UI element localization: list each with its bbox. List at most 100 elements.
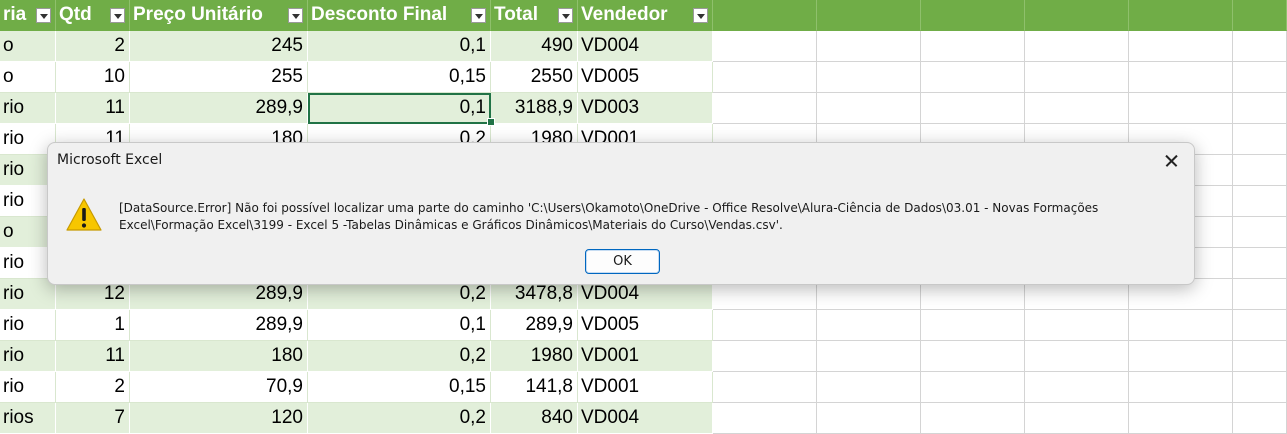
table-cell[interactable]: rio [0,93,56,124]
empty-cell[interactable] [1233,372,1287,403]
filter-dropdown-icon[interactable] [288,8,303,23]
empty-cell[interactable] [713,372,817,403]
table-cell[interactable]: rio [0,279,56,310]
table-cell[interactable]: 10 [56,62,130,93]
empty-cell[interactable] [1025,93,1129,124]
empty-cell[interactable] [1129,62,1233,93]
empty-cell[interactable] [713,341,817,372]
table-cell[interactable]: 0,1 [308,93,491,124]
table-cell[interactable]: 0,1 [308,31,491,62]
table-cell[interactable]: VD004 [578,403,713,434]
empty-cell[interactable] [921,310,1025,341]
table-cell[interactable]: 840 [491,403,578,434]
empty-cell[interactable] [921,93,1025,124]
empty-cell[interactable] [713,0,817,31]
empty-cell[interactable] [1233,62,1287,93]
empty-cell[interactable] [817,31,921,62]
column-header[interactable]: Vendedor [578,0,713,31]
table-cell[interactable]: VD005 [578,62,713,93]
table-cell[interactable]: VD005 [578,310,713,341]
column-header[interactable]: ria [0,0,56,31]
table-cell[interactable]: o [0,62,56,93]
empty-cell[interactable] [1233,403,1287,434]
table-cell[interactable]: 0,2 [308,403,491,434]
empty-cell[interactable] [817,93,921,124]
empty-cell[interactable] [713,310,817,341]
empty-cell[interactable] [1129,93,1233,124]
table-cell[interactable]: 0,1 [308,310,491,341]
empty-cell[interactable] [1233,279,1287,310]
empty-cell[interactable] [1233,186,1287,217]
column-header[interactable]: Total [491,0,578,31]
close-icon[interactable] [1154,146,1188,176]
empty-cell[interactable] [1233,93,1287,124]
empty-cell[interactable] [1233,0,1287,31]
empty-cell[interactable] [921,341,1025,372]
table-cell[interactable]: 1980 [491,341,578,372]
empty-cell[interactable] [921,62,1025,93]
table-cell[interactable]: 2550 [491,62,578,93]
table-cell[interactable]: o [0,31,56,62]
empty-cell[interactable] [1233,341,1287,372]
empty-cell[interactable] [713,31,817,62]
empty-cell[interactable] [713,62,817,93]
filter-dropdown-icon[interactable] [36,8,51,23]
table-cell[interactable]: VD001 [578,372,713,403]
empty-cell[interactable] [921,31,1025,62]
empty-cell[interactable] [817,0,921,31]
column-header[interactable]: Qtd [56,0,130,31]
empty-cell[interactable] [1129,403,1233,434]
table-cell[interactable]: rios [0,403,56,434]
empty-cell[interactable] [713,403,817,434]
table-cell[interactable]: VD003 [578,93,713,124]
empty-cell[interactable] [921,0,1025,31]
table-cell[interactable]: 11 [56,341,130,372]
empty-cell[interactable] [1025,62,1129,93]
table-cell[interactable]: rio [0,310,56,341]
table-cell[interactable]: 2 [56,31,130,62]
filter-dropdown-icon[interactable] [558,8,573,23]
ok-button[interactable]: OK [585,249,660,274]
table-cell[interactable]: 7 [56,403,130,434]
table-cell[interactable]: 0,2 [308,341,491,372]
table-cell[interactable]: 289,9 [130,310,308,341]
empty-cell[interactable] [1025,403,1129,434]
table-cell[interactable]: 289,9 [491,310,578,341]
empty-cell[interactable] [817,62,921,93]
empty-cell[interactable] [1025,372,1129,403]
table-cell[interactable]: 180 [130,341,308,372]
empty-cell[interactable] [713,93,817,124]
empty-cell[interactable] [1129,31,1233,62]
empty-cell[interactable] [1025,310,1129,341]
column-header[interactable]: Preço Unitário [130,0,308,31]
empty-cell[interactable] [921,372,1025,403]
empty-cell[interactable] [1129,0,1233,31]
empty-cell[interactable] [817,372,921,403]
empty-cell[interactable] [1129,341,1233,372]
table-cell[interactable]: 1 [56,310,130,341]
filter-dropdown-icon[interactable] [693,8,708,23]
table-cell[interactable]: 120 [130,403,308,434]
empty-cell[interactable] [1233,310,1287,341]
fill-handle[interactable] [487,118,495,126]
empty-cell[interactable] [1129,372,1233,403]
table-cell[interactable]: 490 [491,31,578,62]
column-header[interactable]: Desconto Final [308,0,491,31]
table-cell[interactable]: 11 [56,93,130,124]
table-cell[interactable]: VD001 [578,341,713,372]
table-cell[interactable]: VD004 [578,31,713,62]
table-cell[interactable]: 70,9 [130,372,308,403]
table-cell[interactable]: 2 [56,372,130,403]
table-cell[interactable]: rio [0,372,56,403]
table-cell[interactable]: 0,15 [308,372,491,403]
empty-cell[interactable] [1025,31,1129,62]
table-cell[interactable]: 3188,9 [491,93,578,124]
empty-cell[interactable] [817,310,921,341]
table-cell[interactable]: 245 [130,31,308,62]
empty-cell[interactable] [1233,248,1287,279]
table-cell[interactable]: 141,8 [491,372,578,403]
empty-cell[interactable] [1025,341,1129,372]
empty-cell[interactable] [1025,0,1129,31]
empty-cell[interactable] [1233,217,1287,248]
table-cell[interactable]: 0,15 [308,62,491,93]
